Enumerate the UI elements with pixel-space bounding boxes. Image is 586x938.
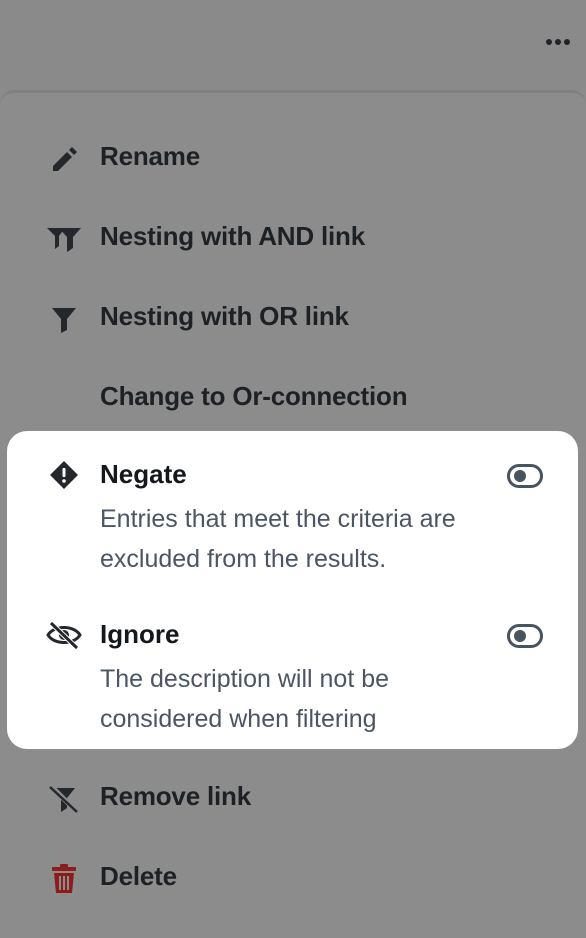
filter-icon [44,299,84,339]
more-options-button[interactable] [538,28,578,56]
filter-slash-icon [44,779,84,819]
exclamation-diamond-icon [44,455,84,495]
double-filter-icon [44,219,84,259]
toggle-row-negate[interactable]: Negate Entries that meet the criteria ar… [7,431,578,581]
ignore-toggle[interactable] [507,624,543,648]
pencil-icon [44,139,84,179]
toggle-knob [514,470,526,482]
menu-item-label: Remove link [100,781,251,811]
toggle-options-card: Negate Entries that meet the criteria ar… [7,431,578,749]
toggle-row-ignore[interactable]: Ignore The description will not be consi… [7,591,578,741]
menu-item-label: Change to Or-connection [100,381,408,411]
toggle-knob [514,630,526,642]
trash-icon [44,859,84,899]
menu-item-label: Delete [100,861,177,891]
menu-item-label: Nesting with OR link [100,301,349,331]
menu-item-nesting-and[interactable]: Nesting with AND link [0,209,586,269]
menu-item-remove-link[interactable]: Remove link [0,769,586,829]
toggle-description: Entries that meet the criteria are exclu… [100,505,456,573]
toggle-title: Ignore [100,619,180,649]
top-bar [0,0,586,88]
menu-item-delete[interactable]: Delete [0,849,586,909]
menu-item-label: Rename [100,141,200,171]
menu-item-label: Nesting with AND link [100,221,365,251]
more-horizontal-icon [546,39,570,45]
menu-item-rename[interactable]: Rename [0,129,586,189]
negate-toggle[interactable] [507,464,543,488]
toggle-description: The description will not be considered w… [100,665,390,733]
menu-item-nesting-or[interactable]: Nesting with OR link [0,289,586,349]
toggle-title: Negate [100,459,187,489]
eye-slash-icon [44,615,84,655]
menu-item-change-to-or[interactable]: Change to Or-connection [0,369,586,429]
